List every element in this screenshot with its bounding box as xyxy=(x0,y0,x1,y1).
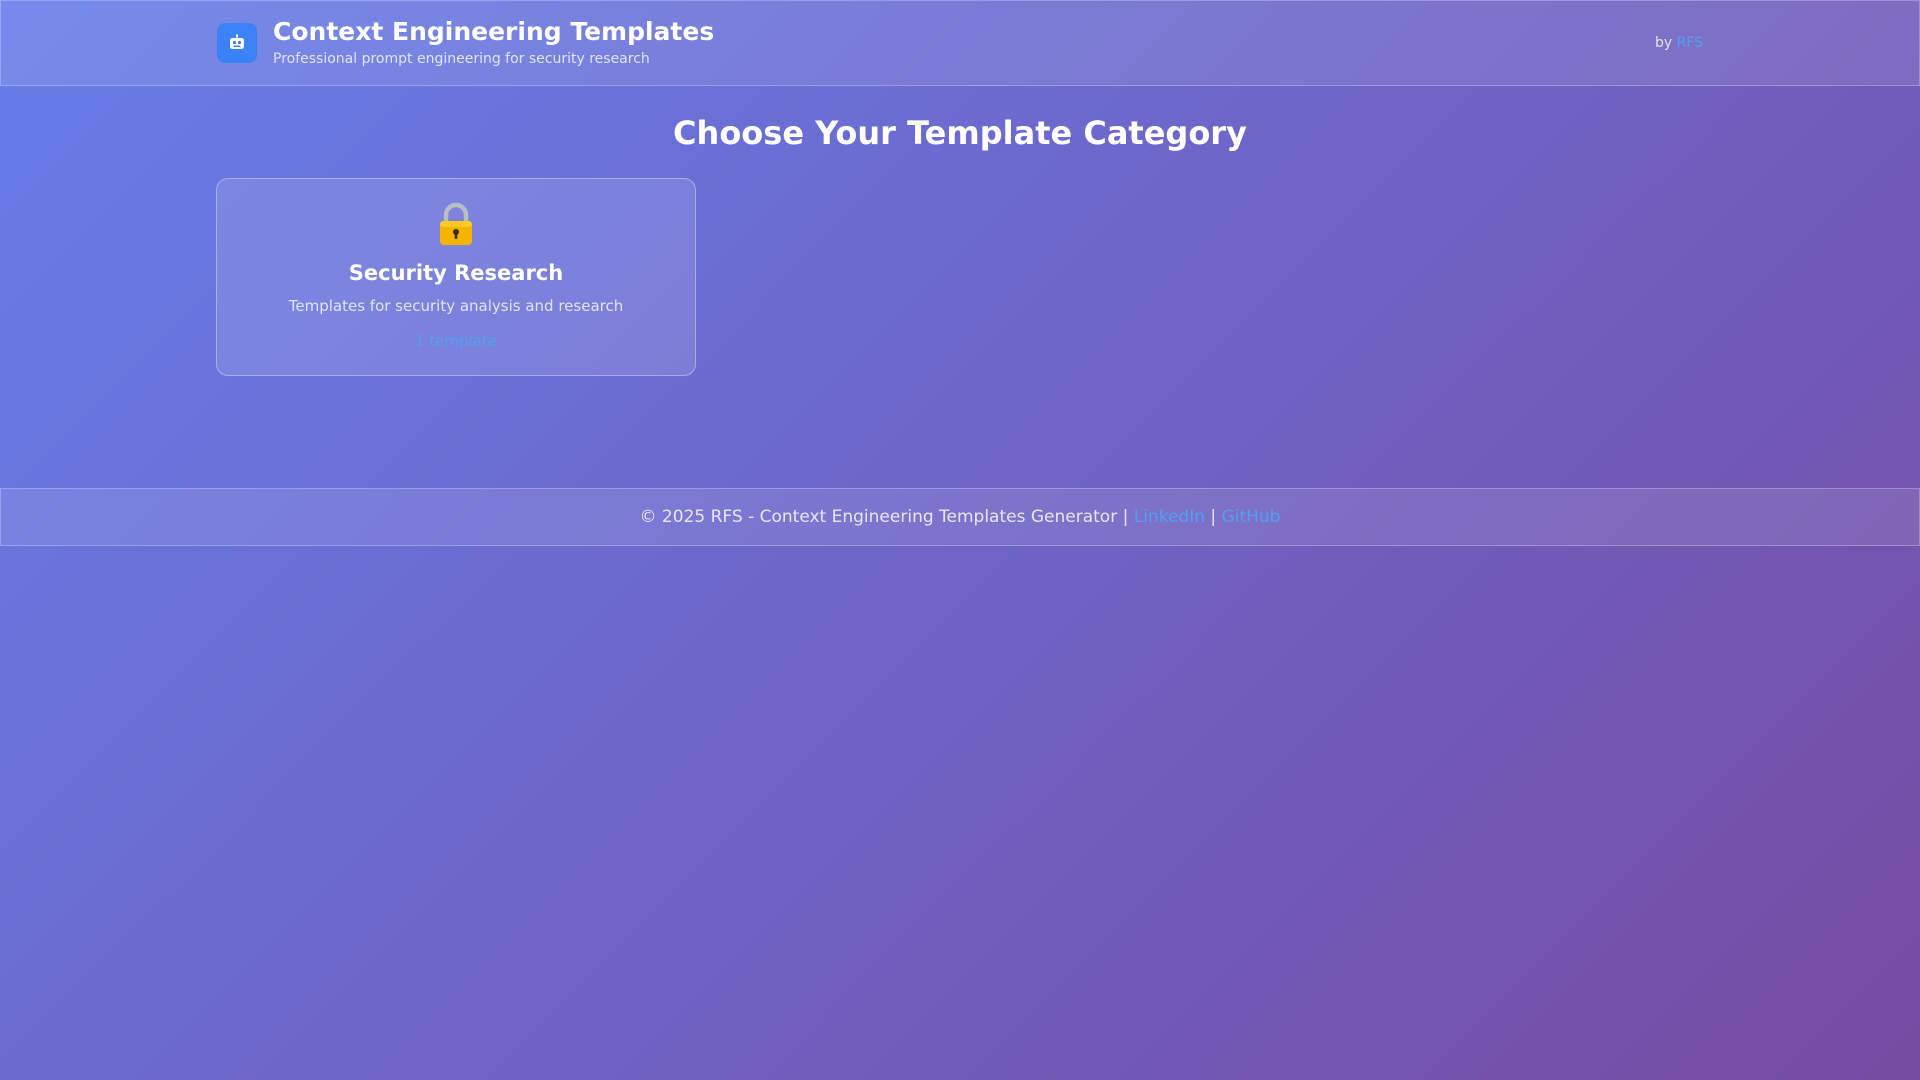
page-heading: Choose Your Template Category xyxy=(673,114,1247,152)
lock-icon xyxy=(217,201,695,247)
page-footer: © 2025 RFS - Context Engineering Templat… xyxy=(0,488,1920,546)
linkedin-link[interactable]: LinkedIn xyxy=(1134,507,1205,527)
footer-separator: | xyxy=(1210,507,1217,527)
copyright-text: © 2025 RFS - Context Engineering Templat… xyxy=(639,507,1118,527)
github-link[interactable]: GitHub xyxy=(1222,507,1281,527)
app-subtitle: Professional prompt engineering for secu… xyxy=(273,51,650,67)
byline-prefix: by xyxy=(1654,35,1673,51)
app-title: Context Engineering Templates xyxy=(273,17,715,46)
category-description: Templates for security analysis and rese… xyxy=(288,297,624,315)
footer-separator: | xyxy=(1122,507,1129,527)
author-link[interactable]: RFS xyxy=(1677,35,1703,51)
template-count: 1 template xyxy=(414,332,498,350)
robot-icon xyxy=(217,23,257,63)
category-title: Security Research xyxy=(348,261,564,285)
category-card-security-research[interactable]: Security Research Templates for security… xyxy=(216,178,696,376)
top-header: Context Engineering Templates Profession… xyxy=(0,0,1920,86)
author-byline: by RFS xyxy=(1655,35,1703,51)
